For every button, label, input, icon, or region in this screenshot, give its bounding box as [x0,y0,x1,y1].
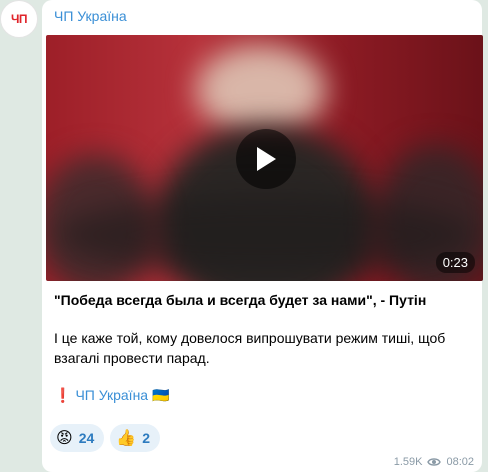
channel-name[interactable]: ЧП Україна [54,8,127,24]
avatar-text: ЧП [10,12,28,26]
blurred-figure [196,45,326,135]
signature: ❗ ЧП Україна 🇺🇦 [54,385,464,405]
blurred-podium [56,195,476,275]
message-time: 08:02 [446,456,474,468]
angry-face-icon: 😡 [56,430,73,447]
ukraine-flag-icon: 🇺🇦 [152,387,170,403]
reaction-angry[interactable]: 😡 24 [50,424,105,452]
message-bubble: ЧП Україна 0:23 "Победа всегда была и вс… [42,0,483,472]
thumbs-up-icon: 👍 [116,430,137,447]
video-duration: 0:23 [435,252,475,273]
body-text: І це каже той, кому довелося випрошувати… [54,330,446,366]
eye-icon [427,458,442,466]
quote-text: "Победа всегда была и всегда будет за на… [54,292,427,308]
message-text: "Победа всегда была и всегда будет за на… [54,290,464,405]
exclamation-icon: ❗ [54,387,72,403]
reaction-count: 2 [142,430,150,446]
video-thumbnail[interactable]: 0:23 [46,35,483,281]
message-meta: 1.59K 08:02 [394,456,474,468]
reaction-count: 24 [78,430,95,446]
channel-avatar[interactable]: ЧП [0,0,38,38]
play-button[interactable] [236,129,296,189]
reaction-thumbs-up[interactable]: 👍 2 [110,424,160,452]
views-count: 1.59K [393,456,423,468]
play-icon [257,147,276,171]
reactions: 😡 24 👍 2 [50,424,160,452]
signature-link[interactable]: ЧП Україна [75,385,148,405]
